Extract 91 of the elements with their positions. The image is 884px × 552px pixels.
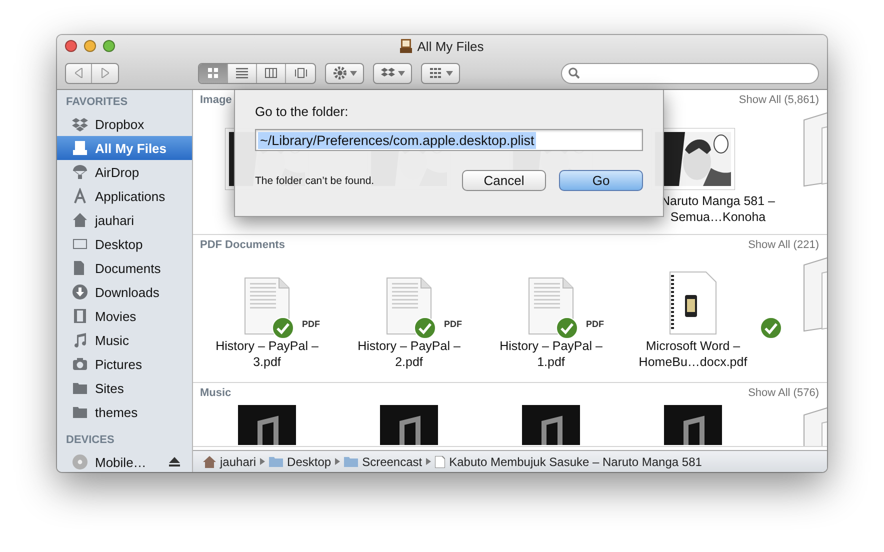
file-cabinet-icon (72, 140, 88, 156)
zoom-button[interactable] (103, 40, 115, 52)
show-all-link[interactable]: Show All (576) (748, 387, 819, 405)
separator-arrow-icon (426, 458, 432, 465)
folder-icon (72, 404, 88, 420)
folder-path-field[interactable]: ~/Library/Preferences/com.apple.desktop.plist (255, 129, 643, 151)
sidebar-item[interactable]: jauhari (57, 208, 192, 232)
parachute-icon (72, 164, 88, 180)
minimize-button[interactable] (84, 40, 96, 52)
sidebar-heading: DEVICES (65, 433, 116, 448)
house-icon (203, 456, 216, 468)
sidebar-item[interactable]: Pictures (57, 352, 192, 376)
separator-arrow-icon (260, 458, 266, 465)
grid-icon (206, 66, 220, 80)
forward-arrow-icon (101, 68, 109, 78)
file-name: History – PayPal – 2.pdf (356, 338, 462, 370)
action-menu-button[interactable] (325, 62, 364, 84)
path-item[interactable]: Kabuto Membujuk Sasuke – Naruto Manga 581 (435, 454, 702, 468)
download-icon (72, 284, 88, 300)
section-title: Image (200, 94, 232, 108)
view-mode-control[interactable] (198, 62, 316, 84)
coverflow-icon (294, 66, 308, 80)
pdf-file-icon (528, 277, 574, 335)
sidebar-item[interactable]: Movies (57, 304, 192, 328)
sidebar-item[interactable]: Documents (57, 256, 192, 280)
dropbox-icon (72, 116, 88, 132)
close-button[interactable] (65, 40, 77, 52)
folder-icon (344, 456, 358, 467)
go-button[interactable]: Go (559, 170, 643, 191)
section-title: Music (200, 387, 232, 401)
sidebar-item[interactable]: Downloads (57, 280, 192, 304)
music-file-icon (238, 405, 296, 445)
file-type-label: PDF (444, 319, 462, 329)
sidebar-item[interactable]: Mobile… (57, 450, 192, 472)
document-thumbnail-icon (669, 271, 717, 335)
desktop-icon (72, 236, 88, 252)
film-strip-icon (72, 308, 88, 324)
folder-icon (72, 380, 88, 396)
caret-icon (350, 70, 356, 76)
music-file-icon (380, 405, 438, 445)
camera-icon (72, 356, 88, 372)
sidebar-item[interactable]: Desktop (57, 232, 192, 256)
path-item[interactable]: jauhari (203, 454, 256, 468)
navigation-control[interactable] (65, 62, 119, 84)
sidebar-item[interactable]: themes (57, 400, 192, 424)
file-name: History – PayPal – 3.pdf (214, 338, 320, 370)
pdf-file-icon (386, 277, 432, 335)
sidebar-item[interactable]: Dropbox (57, 112, 192, 136)
file-name: Microsoft Word – HomeBu…docx.pdf (638, 338, 748, 370)
show-all-link[interactable]: Show All (5,861) (738, 94, 819, 112)
file-type-label: PDF (586, 319, 604, 329)
file-name: History – PayPal – 1.pdf (498, 338, 604, 370)
columns-icon (264, 66, 278, 80)
sidebar-item[interactable]: Applications (57, 184, 192, 208)
music-note-icon (72, 332, 88, 348)
app-store-icon (72, 188, 88, 204)
file-name: Naruto Manga 581 – Semua…Konoha (660, 193, 776, 225)
show-all-link[interactable]: Show All (221) (748, 239, 819, 257)
view-mode-button[interactable] (199, 64, 228, 82)
file-type-label: PDF (302, 319, 320, 329)
pdf-file-icon (244, 277, 290, 335)
grid-icon (428, 67, 442, 79)
arrange-menu-button[interactable] (421, 62, 460, 84)
music-file-icon (522, 405, 580, 445)
back-arrow-icon (74, 68, 82, 78)
music-file-icon (664, 405, 722, 445)
cancel-button[interactable]: Cancel (462, 170, 546, 191)
dialog-prompt: Go to the folder: (255, 104, 350, 119)
sidebar-item[interactable]: AirDrop (57, 160, 192, 184)
eject-icon[interactable] (169, 457, 180, 467)
sidebar-item[interactable]: Music (57, 328, 192, 352)
window-title: All My Files (417, 38, 484, 54)
file-icon (435, 456, 446, 468)
dropbox-menu-button[interactable] (373, 62, 412, 84)
sidebar-item[interactable]: Sites (57, 376, 192, 400)
folder-icon (269, 456, 284, 467)
house-icon (72, 212, 88, 228)
caret-icon (398, 70, 404, 76)
list-icon (235, 66, 249, 80)
gear-icon (332, 66, 346, 80)
sidebar-item[interactable]: All My Files (57, 136, 192, 160)
file-cabinet-icon (400, 39, 412, 53)
path-item[interactable]: Screencast (344, 454, 422, 468)
section-title: PDF Documents (200, 239, 285, 253)
search-field[interactable] (561, 62, 819, 84)
error-message: The folder can’t be found. (255, 174, 374, 186)
separator-arrow-icon (335, 458, 340, 465)
search-icon (568, 67, 580, 79)
sidebar-heading: FAVORITES (65, 95, 129, 110)
path-item[interactable]: Desktop (269, 454, 332, 468)
caret-icon (446, 70, 452, 76)
